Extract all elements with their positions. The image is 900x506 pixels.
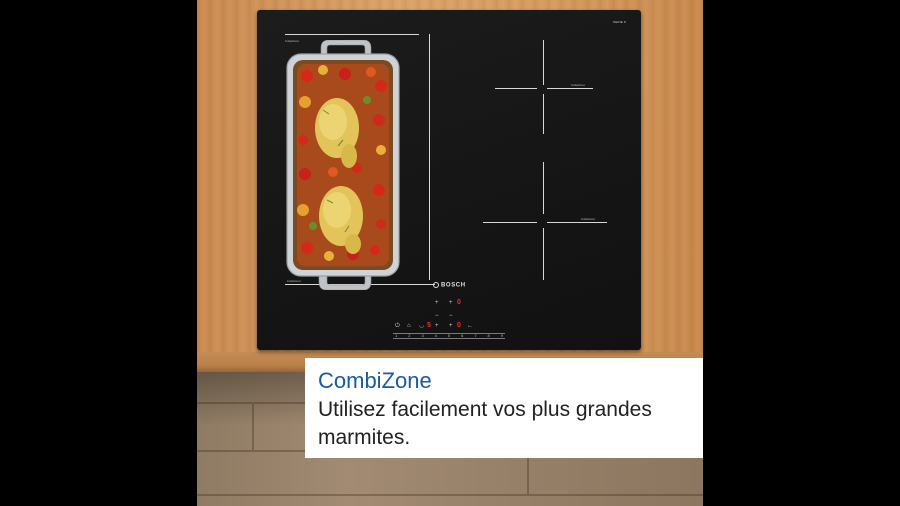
slider-tick: 1	[395, 333, 398, 338]
power-icon: ⏻	[395, 323, 400, 329]
plus-icon: +	[435, 300, 439, 306]
plus-icon: +	[449, 323, 453, 329]
plus-icon: +	[435, 323, 439, 329]
lock-icon: ⌂	[407, 323, 411, 329]
series-badge: SERIE 8	[613, 20, 626, 24]
slider-tick: 2	[408, 333, 411, 338]
roasting-pan	[283, 39, 403, 291]
zone-outline	[543, 94, 544, 134]
slider-tick: 6	[461, 333, 464, 338]
letterbox-left	[0, 0, 197, 506]
slider-tick: 4	[434, 333, 437, 338]
zone-outline-top	[285, 34, 419, 35]
minus-icon: −	[449, 313, 453, 319]
zone-outline	[547, 88, 593, 89]
zone-outline	[483, 222, 537, 223]
letterbox-right	[703, 0, 900, 506]
zone-outline	[543, 40, 544, 85]
zone-outline	[547, 222, 607, 223]
caption-panel: CombiZone Utilisez facilement vos plus g…	[305, 358, 703, 458]
caption-title: CombiZone	[318, 368, 432, 393]
floor-plank-joint	[252, 404, 254, 450]
slider-tick: 9	[500, 333, 503, 338]
plus-icon: +	[449, 300, 453, 306]
zone-outline	[495, 88, 537, 89]
slider-tick: 3	[421, 333, 424, 338]
bosch-logo: BOSCH	[433, 282, 466, 289]
bosch-roundel-icon	[433, 282, 439, 288]
slider-tick: 8	[487, 333, 490, 338]
roasting-pan-illustration	[286, 39, 400, 291]
floor-plank-seam	[197, 494, 703, 496]
slider-tick: 5	[447, 333, 451, 338]
zone-outline	[543, 162, 544, 214]
power-level-digit: 5	[427, 322, 431, 329]
zone-label-right-bottom: Induction	[581, 217, 595, 221]
slider-tick: 7	[474, 333, 477, 338]
power-slider: 1 2 3 4 5 6 7 8 9	[393, 333, 505, 339]
zone-outline-divider	[429, 34, 430, 280]
bosch-wordmark: BOSCH	[441, 282, 466, 289]
floor-plank-joint	[527, 452, 529, 494]
product-photo: SERIE 8 Induction Induction Induction In…	[197, 0, 703, 506]
pan-icon: ◡	[419, 323, 425, 329]
induction-cooktop: SERIE 8 Induction Induction Induction In…	[257, 10, 641, 350]
timer-digit-second: 0	[457, 322, 461, 329]
arrow-left-icon: ←	[467, 323, 473, 329]
zone-label-right-top: Induction	[571, 83, 585, 87]
timer-digit: 0	[457, 299, 461, 306]
caption-body: Utilisez facilement vos plus grandes mar…	[318, 398, 652, 449]
minus-icon: −	[435, 313, 439, 319]
zone-outline	[543, 228, 544, 280]
